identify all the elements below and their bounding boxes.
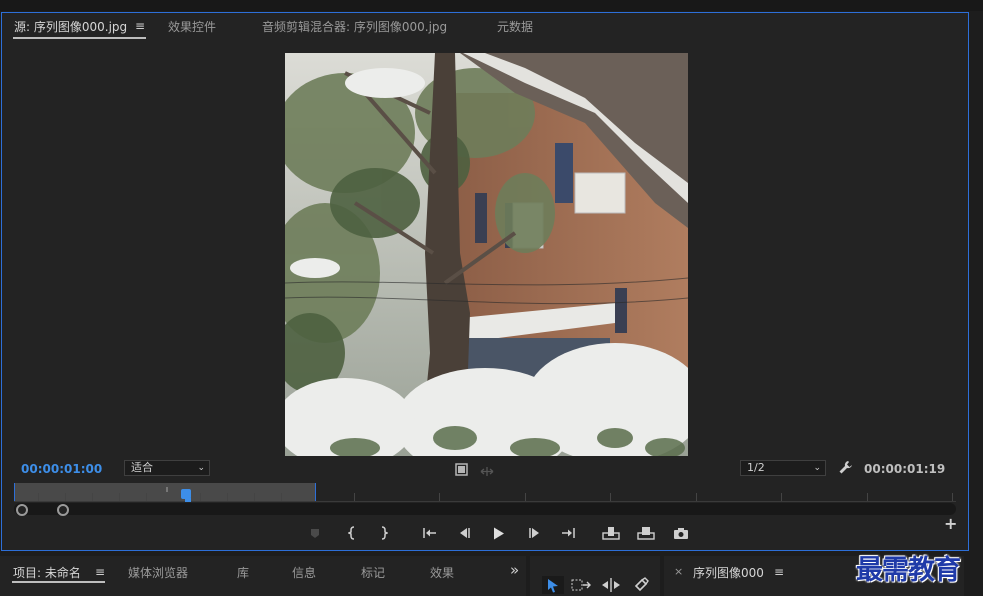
scroll-handle-right[interactable] (57, 504, 69, 516)
source-video-frame (285, 53, 688, 456)
panel-menu-icon[interactable]: ≡ (135, 19, 145, 33)
tab-source[interactable]: 源: 序列图像000.jpg (14, 18, 127, 35)
scroll-handle-left[interactable] (16, 504, 28, 516)
active-tab-underline (12, 581, 105, 583)
current-timecode[interactable]: 00:00:01:00 (21, 462, 102, 476)
mark-in-icon[interactable] (343, 525, 361, 541)
ruler-tick (952, 493, 953, 501)
drag-audio-icon[interactable] (480, 462, 494, 481)
bottom-panels: 项目: 未命名 ≡ 媒体浏览器 库 信息 标记 效果 » × 序列图像000 ≡ (0, 554, 983, 596)
watermark-logo: 最需教育 (856, 555, 961, 586)
ruler-tick (867, 493, 868, 501)
ruler-tick (92, 493, 93, 501)
ruler-tick (354, 493, 355, 501)
tab-audio-clip-mixer[interactable]: 音频剪辑混合器: 序列图像000.jpg (262, 18, 447, 35)
close-tab-icon[interactable]: × (674, 565, 683, 578)
ripple-edit-tool-icon[interactable] (600, 576, 622, 594)
ruler-baseline (14, 501, 956, 502)
overwrite-icon[interactable] (637, 525, 655, 541)
playhead-tail (185, 498, 191, 502)
ruler-tick (227, 493, 228, 501)
ruler-tick (610, 493, 611, 501)
monitor-tab-bar: 源: 序列图像000.jpg ≡ 效果控件 音频剪辑混合器: 序列图像000.j… (2, 13, 968, 41)
top-strip (0, 0, 983, 11)
tab-effect-controls[interactable]: 效果控件 (168, 18, 216, 35)
add-icon[interactable]: + (944, 514, 957, 533)
ruler-tick (146, 493, 147, 501)
ruler-marker (166, 487, 168, 492)
resolution-value: 1/2 (747, 461, 765, 474)
chevron-down-icon: ⌄ (197, 463, 205, 473)
in-out-range[interactable] (14, 483, 316, 501)
source-monitor-panel: 源: 序列图像000.jpg ≡ 效果控件 音频剪辑混合器: 序列图像000.j… (1, 12, 969, 551)
snow-scene-image (285, 53, 688, 456)
tab-markers[interactable]: 标记 (361, 564, 385, 581)
step-back-icon[interactable] (455, 525, 473, 541)
zoom-fit-value: 适合 (131, 461, 153, 474)
mark-out-icon[interactable] (375, 525, 393, 541)
tab-info[interactable]: 信息 (292, 564, 316, 581)
play-icon[interactable] (490, 525, 508, 541)
time-ruler[interactable] (14, 482, 956, 504)
panel-menu-icon[interactable]: ≡ (774, 565, 784, 579)
tab-effects[interactable]: 效果 (430, 564, 454, 581)
marker-icon[interactable] (306, 525, 324, 541)
tab-metadata[interactable]: 元数据 (497, 18, 533, 35)
ruler-tick (38, 493, 39, 501)
zoom-fit-select[interactable]: 适合 ⌄ (124, 460, 210, 476)
ruler-tick (281, 493, 282, 501)
chevron-down-icon: ⌄ (813, 463, 821, 473)
step-forward-icon[interactable] (526, 525, 544, 541)
tab-libraries[interactable]: 库 (237, 564, 249, 581)
go-to-in-icon[interactable] (421, 525, 439, 541)
duration-timecode: 00:00:01:19 (864, 462, 946, 476)
export-frame-icon[interactable] (672, 525, 690, 541)
ruler-tick (65, 493, 66, 501)
ruler-tick (439, 493, 440, 501)
razor-tool-icon[interactable] (630, 576, 652, 594)
project-panel: 项目: 未命名 ≡ 媒体浏览器 库 信息 标记 效果 » (0, 556, 526, 596)
playback-resolution-select[interactable]: 1/2 ⌄ (740, 460, 826, 476)
ruler-tick (119, 493, 120, 501)
ruler-tick (525, 493, 526, 501)
ruler-tick (781, 493, 782, 501)
zoom-scrollbar[interactable] (14, 503, 956, 516)
track-select-tool-icon[interactable] (570, 576, 592, 594)
selection-tool-icon[interactable] (542, 576, 564, 594)
insert-icon[interactable] (602, 525, 620, 541)
panel-menu-icon[interactable]: ≡ (95, 565, 105, 579)
tab-media-browser[interactable]: 媒体浏览器 (128, 564, 188, 581)
transport-controls (2, 525, 962, 541)
ruler-tick (696, 493, 697, 501)
ruler-tick (254, 493, 255, 501)
ruler-tick (200, 493, 201, 501)
go-to-out-icon[interactable] (559, 525, 577, 541)
tab-sequence[interactable]: 序列图像000 (693, 564, 764, 581)
tab-overflow-icon[interactable]: » (510, 561, 519, 579)
active-tab-underline (13, 37, 146, 39)
film-icon[interactable] (455, 461, 468, 480)
wrench-icon[interactable] (838, 460, 853, 479)
tab-project[interactable]: 项目: 未命名 (13, 564, 81, 581)
tools-panel (530, 556, 660, 596)
